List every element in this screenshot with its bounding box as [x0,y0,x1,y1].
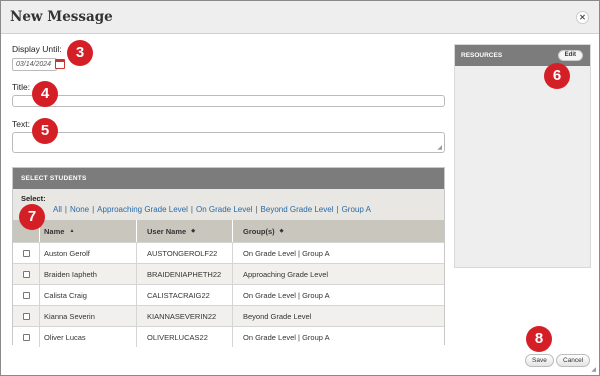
select-filter-area: Select: All | None | Approaching Grade Level… [13,189,444,220]
title-input[interactable] [12,95,445,107]
student-groups: On Grade Level | Group A [232,243,444,263]
student-name: Auston Gerolf [39,243,136,263]
filter-on-grade-link[interactable]: On Grade Level [196,205,252,214]
column-header-username[interactable]: User Name ◆ [136,220,232,242]
callout-badge: 7 [19,204,45,230]
sort-ascending-icon[interactable]: ▲ [69,228,74,234]
resize-grip-icon[interactable]: ◢ [437,145,442,151]
sort-icon[interactable]: ◆ [191,228,195,234]
filter-all-link[interactable]: All [53,205,62,214]
student-name: Kianna Severin [39,306,136,326]
callout-badge: 3 [67,40,93,66]
resources-panel: RESOURCES Edit [454,44,591,268]
select-filter-links: All | None | Approaching Grade Level | On Grad… [53,205,371,214]
text-textarea[interactable]: ◢ [12,132,445,153]
table-row: Kianna Severin KIANNASEVERIN22 Beyond Gr… [13,305,444,326]
select-students-panel: SELECT STUDENTS Select: All | None | Approac… [12,167,445,347]
row-checkbox[interactable] [22,291,30,299]
row-checkbox[interactable] [22,333,30,341]
sort-icon[interactable]: ◆ [280,228,284,234]
filter-group-a-link[interactable]: Group A [342,205,371,214]
student-groups: On Grade Level | Group A [232,327,444,347]
select-students-header: SELECT STUDENTS [13,168,444,189]
display-until-input[interactable]: 03/14/2024 [12,58,57,71]
edit-resources-button[interactable]: Edit [557,50,583,61]
resources-header: RESOURCES Edit [455,45,590,66]
callout-badge: 4 [32,81,58,107]
row-checkbox[interactable] [22,312,30,320]
filter-approaching-link[interactable]: Approaching Grade Level [97,205,188,214]
student-groups: Approaching Grade Level [232,264,444,284]
student-groups: Beyond Grade Level [232,306,444,326]
save-button[interactable]: Save [525,354,554,367]
close-icon[interactable]: ✕ [576,11,589,24]
callout-badge: 6 [544,63,570,89]
table-row: Calista Craig CALISTACRAIG22 On Grade Le… [13,284,444,305]
cancel-button[interactable]: Cancel [556,354,591,367]
student-name: Braiden Iapheth [39,264,136,284]
select-label: Select: [21,194,46,203]
text-label: Text: [12,119,30,129]
student-username: BRAIDENIAPHETH22 [136,264,232,284]
table-row: Braiden Iapheth BRAIDENIAPHETH22 Approac… [13,263,444,284]
display-until-label: Display Until: [12,44,62,54]
dialog-title: New Message [10,9,113,25]
calendar-icon[interactable] [55,59,65,69]
filter-none-link[interactable]: None [70,205,89,214]
dialog-titlebar: New Message ✕ [1,1,599,34]
new-message-dialog: New Message ✕ Display Until: 03/14/2024 … [0,0,600,376]
students-table-header: Name ▲ User Name ◆ Group(s) ◆ [13,220,444,242]
student-username: CALISTACRAIG22 [136,285,232,305]
dialog-resize-grip-icon[interactable]: ◢ [591,366,596,373]
column-header-name[interactable]: Name ▲ [39,220,136,242]
callout-badge: 8 [526,326,552,352]
row-checkbox[interactable] [22,249,30,257]
table-row: Oliver Lucas OLIVERLUCAS22 On Grade Leve… [13,326,444,347]
student-username: KIANNASEVERIN22 [136,306,232,326]
row-checkbox[interactable] [22,270,30,278]
student-name: Oliver Lucas [39,327,136,347]
filter-beyond-link[interactable]: Beyond Grade Level [261,205,334,214]
resources-title: RESOURCES [461,52,503,59]
column-header-groups[interactable]: Group(s) ◆ [232,220,444,242]
table-row: Auston Gerolf AUSTONGEROLF22 On Grade Le… [13,242,444,263]
student-groups: On Grade Level | Group A [232,285,444,305]
student-username: OLIVERLUCAS22 [136,327,232,347]
student-username: AUSTONGEROLF22 [136,243,232,263]
students-table: Name ▲ User Name ◆ Group(s) ◆ Auston Gerolf… [13,220,444,347]
student-name: Calista Craig [39,285,136,305]
title-label: Title: [12,82,31,92]
callout-badge: 5 [32,118,58,144]
